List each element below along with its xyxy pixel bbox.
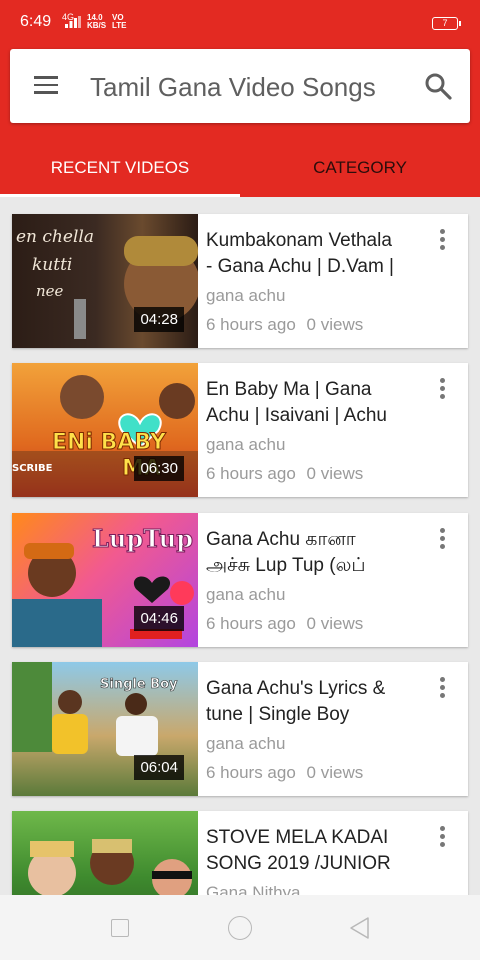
more-vert-icon[interactable] bbox=[440, 677, 446, 699]
svg-text:Single Boy: Single Boy bbox=[100, 677, 178, 692]
video-views: 0 views bbox=[306, 763, 364, 782]
video-title-line: SONG 2019 /JUNIOR bbox=[206, 853, 391, 874]
search-bar[interactable]: Tamil Gana Video Songs bbox=[10, 49, 470, 123]
search-icon[interactable] bbox=[424, 72, 452, 100]
video-card[interactable]: STOVE MELA KADAI SONG 2019 /JUNIOR Gana … bbox=[12, 811, 468, 895]
system-nav-bar bbox=[0, 895, 480, 960]
video-info[interactable]: STOVE MELA KADAI SONG 2019 /JUNIOR Gana … bbox=[206, 825, 426, 895]
video-title[interactable]: Gana Achu கானா அச்சு Lup Tup (லப் bbox=[206, 527, 426, 579]
video-duration: 06:30 bbox=[134, 456, 184, 481]
video-views: 0 views bbox=[306, 614, 364, 633]
thumbnail-art bbox=[28, 839, 192, 895]
more-vert-icon[interactable] bbox=[440, 378, 446, 400]
video-info[interactable]: Gana Achu's Lyrics & tune | Single Boy g… bbox=[206, 676, 426, 783]
video-title-line: அச்சு Lup Tup (லப் bbox=[206, 555, 366, 576]
video-title-line: Kumbakonam Vethala bbox=[206, 230, 392, 251]
video-channel: gana achu bbox=[206, 286, 286, 305]
svg-text:ENi BABY: ENi BABY bbox=[52, 430, 167, 455]
video-title-line: Achu | Isaivani | Achu bbox=[206, 405, 387, 426]
square-icon[interactable] bbox=[111, 919, 129, 937]
video-card[interactable]: en chella kutti nee 04:28 Kumbakonam Vet… bbox=[12, 214, 468, 348]
network-speed: 14.0 KB/S bbox=[87, 14, 106, 30]
network-type-bottom: LTE bbox=[112, 21, 127, 30]
video-list[interactable]: en chella kutti nee 04:28 Kumbakonam Vet… bbox=[0, 197, 480, 895]
video-meta: 6 hours ago 0 views bbox=[206, 763, 426, 783]
video-info[interactable]: Gana Achu கானா அச்சு Lup Tup (லப் gana a… bbox=[206, 527, 426, 634]
video-card[interactable]: Single Boy 06:04 Gana Achu's Lyrics & tu… bbox=[12, 662, 468, 796]
svg-text:SCRIBE: SCRIBE bbox=[12, 463, 53, 474]
video-age: 6 hours ago bbox=[206, 763, 296, 782]
app-title: Tamil Gana Video Songs bbox=[90, 72, 376, 102]
video-duration: 06:04 bbox=[134, 755, 184, 780]
video-duration: 04:46 bbox=[134, 606, 184, 631]
tab-bar: RECENT VIDEOS CATEGORY bbox=[0, 148, 480, 197]
video-card[interactable]: ENi BABY MA SCRIBE 06:30 En Baby Ma | Ga… bbox=[12, 363, 468, 497]
triangle-back-icon[interactable] bbox=[348, 916, 370, 940]
battery-icon: 7 bbox=[432, 17, 461, 30]
video-thumbnail[interactable]: ENi BABY MA SCRIBE 06:30 bbox=[12, 363, 198, 497]
video-title[interactable]: En Baby Ma | Gana Achu | Isaivani | Achu bbox=[206, 377, 426, 429]
video-age: 6 hours ago bbox=[206, 464, 296, 483]
svg-text:nee: nee bbox=[36, 282, 64, 300]
video-title-line: STOVE MELA KADAI bbox=[206, 827, 389, 848]
app-header: Tamil Gana Video Songs RECENT VIDEOS CAT… bbox=[0, 40, 480, 197]
video-thumbnail[interactable] bbox=[12, 811, 198, 895]
circle-icon[interactable] bbox=[228, 916, 252, 940]
video-age: 6 hours ago bbox=[206, 315, 296, 334]
video-meta: 6 hours ago 0 views bbox=[206, 464, 426, 484]
hamburger-icon[interactable] bbox=[34, 76, 58, 96]
tab-category[interactable]: CATEGORY bbox=[240, 148, 480, 197]
video-meta: 6 hours ago 0 views bbox=[206, 614, 426, 634]
video-title-line: - Gana Achu | D.Vam | bbox=[206, 256, 394, 277]
video-info[interactable]: En Baby Ma | Gana Achu | Isaivani | Achu… bbox=[206, 377, 426, 484]
more-vert-icon[interactable] bbox=[440, 528, 446, 550]
network-type: VO LTE bbox=[112, 14, 127, 30]
video-title-line: tune | Single Boy bbox=[206, 704, 350, 725]
video-thumbnail[interactable]: Single Boy 06:04 bbox=[12, 662, 198, 796]
video-thumbnail[interactable]: en chella kutti nee 04:28 bbox=[12, 214, 198, 348]
status-bar: 6:49 4G 14.0 KB/S VO LTE 7 bbox=[0, 0, 480, 40]
video-card[interactable]: LupTup 04:46 Gana Achu கானா அச்சு Lup Tu… bbox=[12, 513, 468, 647]
video-title-line: Gana Achu கானா bbox=[206, 529, 356, 550]
svg-text:en chella: en chella bbox=[16, 227, 94, 247]
more-vert-icon[interactable] bbox=[440, 826, 446, 848]
video-age: 6 hours ago bbox=[206, 614, 296, 633]
signal-bars-icon bbox=[65, 16, 81, 28]
video-title[interactable]: STOVE MELA KADAI SONG 2019 /JUNIOR bbox=[206, 825, 426, 877]
tab-recent-videos[interactable]: RECENT VIDEOS bbox=[0, 148, 240, 197]
video-info[interactable]: Kumbakonam Vethala - Gana Achu | D.Vam |… bbox=[206, 228, 426, 335]
video-views: 0 views bbox=[306, 464, 364, 483]
network-speed-unit: KB/S bbox=[87, 21, 107, 30]
video-views: 0 views bbox=[306, 315, 364, 334]
video-title[interactable]: Kumbakonam Vethala - Gana Achu | D.Vam | bbox=[206, 228, 426, 280]
video-channel: gana achu bbox=[206, 585, 286, 604]
svg-text:kutti: kutti bbox=[32, 255, 72, 275]
video-channel: gana achu bbox=[206, 435, 286, 454]
more-vert-icon[interactable] bbox=[440, 229, 446, 251]
video-meta: 6 hours ago 0 views bbox=[206, 315, 426, 335]
video-thumbnail[interactable]: LupTup 04:46 bbox=[12, 513, 198, 647]
video-title[interactable]: Gana Achu's Lyrics & tune | Single Boy bbox=[206, 676, 426, 728]
svg-text:LupTup: LupTup bbox=[92, 524, 193, 553]
video-title-line: Gana Achu's Lyrics & bbox=[206, 678, 386, 699]
video-title-line: En Baby Ma | Gana bbox=[206, 379, 372, 400]
video-channel: gana achu bbox=[206, 734, 286, 753]
status-time: 6:49 bbox=[20, 13, 52, 30]
video-channel: Gana Nithya bbox=[206, 883, 301, 895]
video-duration: 04:28 bbox=[134, 307, 184, 332]
